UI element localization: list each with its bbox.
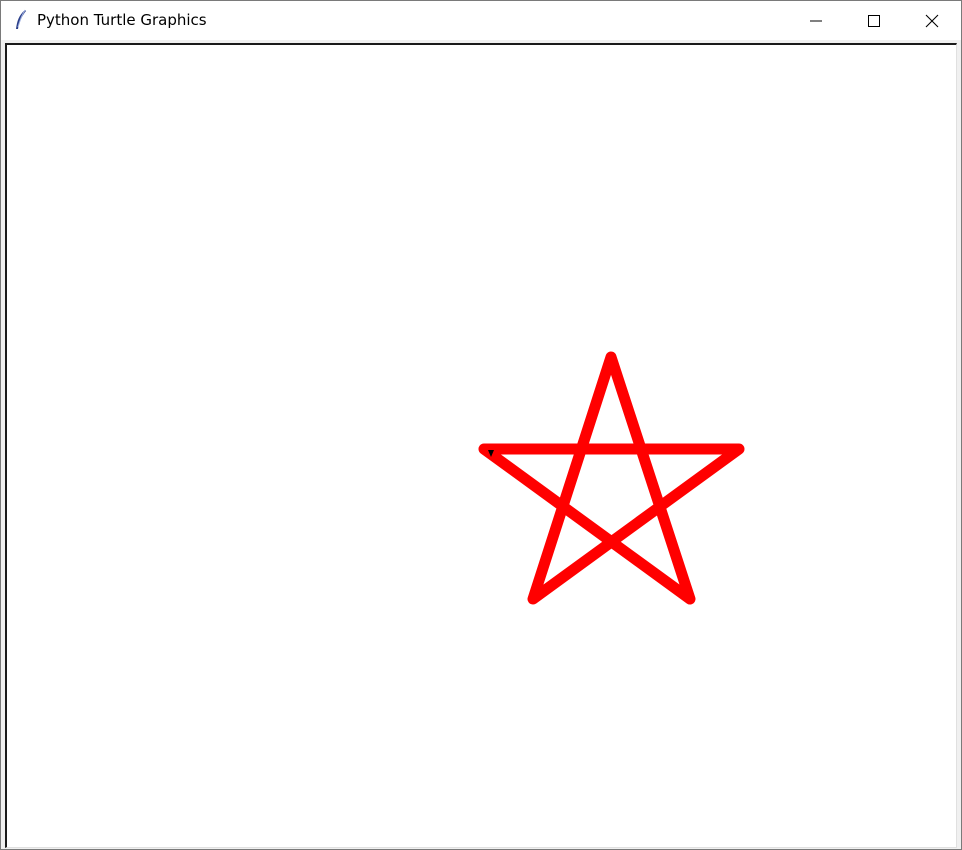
maximize-icon (868, 14, 880, 27)
turtle-window: Python Turtle Graphics (0, 0, 962, 850)
minimize-button[interactable] (787, 1, 845, 40)
feather-icon (13, 9, 29, 31)
turtle-canvas[interactable] (5, 43, 957, 848)
maximize-button[interactable] (845, 1, 903, 40)
close-icon (925, 14, 939, 27)
title-bar[interactable]: Python Turtle Graphics (1, 1, 961, 40)
drawing-surface (478, 351, 745, 605)
close-button[interactable] (903, 1, 961, 40)
red-star (478, 351, 745, 605)
minimize-icon (810, 20, 822, 21)
window-title: Python Turtle Graphics (37, 11, 207, 29)
